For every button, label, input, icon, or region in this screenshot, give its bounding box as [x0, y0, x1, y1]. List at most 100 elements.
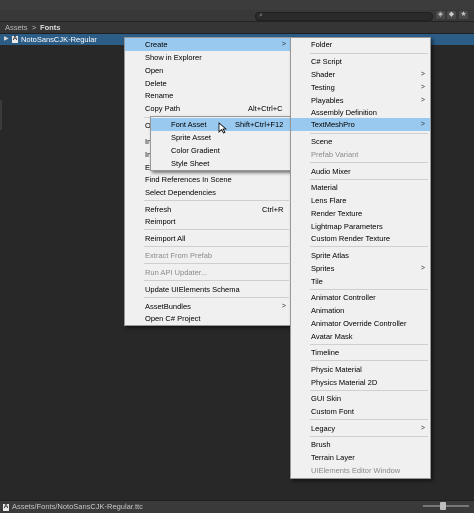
icon-size-slider[interactable] [423, 505, 469, 507]
menu-item-avatar-mask[interactable]: Avatar Mask [291, 330, 430, 343]
menu-item-custom-render-texture[interactable]: Custom Render Texture [291, 232, 430, 245]
menu-separator [310, 246, 428, 247]
menu-separator [310, 360, 428, 361]
menu-item-folder[interactable]: Folder [291, 38, 430, 51]
breadcrumb-separator: > [32, 23, 37, 32]
menu-item-create[interactable]: Create > [125, 38, 291, 51]
menu-item-open[interactable]: Open [125, 64, 291, 77]
font-file-icon: A [12, 36, 18, 43]
menu-item-label: Prefab Variant [311, 150, 359, 159]
menu-item-rename[interactable]: Rename [125, 89, 291, 102]
menu-item-sprite-atlas[interactable]: Sprite Atlas [291, 249, 430, 262]
menu-item-label: Show in Explorer [145, 53, 202, 62]
menu-item-label: Timeline [311, 348, 340, 357]
submenu-arrow-icon: > [420, 71, 425, 78]
favorite-icon[interactable]: ★ [459, 11, 468, 19]
menu-item-run-api-updater: Run API Updater... [125, 266, 291, 279]
menu-item-label: C# Script [311, 57, 342, 66]
menu-item-label: Copy Path [145, 104, 181, 113]
search-input[interactable]: ⌕ [255, 12, 433, 21]
menu-item-label: Rename [145, 91, 174, 100]
menu-item-label: Style Sheet [171, 159, 210, 168]
menu-item-extract-from-prefab: Extract From Prefab [125, 249, 291, 262]
menu-item-tile[interactable]: Tile [291, 275, 430, 288]
icon-size-slider-handle[interactable] [440, 502, 446, 510]
menu-item-label: Sprite Atlas [311, 251, 349, 260]
menu-item-label: Sprites [311, 264, 335, 273]
menu-item-shortcut: Shift+Ctrl+F12 [235, 120, 284, 129]
menu-item-animator-controller[interactable]: Animator Controller [291, 291, 430, 304]
menu-item-open-csharp-project[interactable]: Open C# Project [125, 312, 291, 325]
menu-item-show-in-explorer[interactable]: Show in Explorer [125, 51, 291, 64]
menu-item-label: Animation [311, 306, 345, 315]
menu-item-label: Testing [311, 83, 335, 92]
menu-item-select-dependencies[interactable]: Select Dependencies [125, 186, 291, 199]
menu-item-prefab-variant: Prefab Variant [291, 148, 430, 161]
menu-item-label: Audio Mixer [311, 167, 351, 176]
menu-item-label: Brush [311, 440, 331, 449]
filter-by-type-icon[interactable]: ◈ [436, 11, 445, 19]
menu-separator [310, 289, 428, 290]
breadcrumb: Assets > Fonts [0, 22, 474, 34]
menu-item-physic-material[interactable]: Physic Material [291, 363, 430, 376]
menu-item-label: TextMeshPro [311, 120, 355, 129]
menu-separator [310, 344, 428, 345]
menu-item-timeline[interactable]: Timeline [291, 346, 430, 359]
context-menu: Create > Show in Explorer Open Delete Re… [124, 37, 292, 326]
menu-item-update-uielements-schema[interactable]: Update UIElements Schema [125, 283, 291, 296]
menu-item-animator-override-controller[interactable]: Animator Override Controller [291, 317, 430, 330]
menu-item-csharp-script[interactable]: C# Script [291, 55, 430, 68]
expand-arrow-icon[interactable]: ▶ [4, 34, 9, 45]
menu-item-color-gradient[interactable]: Color Gradient [151, 144, 292, 157]
menu-item-label: GUI Skin [311, 394, 342, 403]
menu-item-terrain-layer[interactable]: Terrain Layer [291, 451, 430, 464]
menu-item-material[interactable]: Material [291, 181, 430, 194]
menu-separator [310, 162, 428, 163]
menu-separator [310, 436, 428, 437]
menu-separator [144, 246, 289, 247]
filter-by-label-icon[interactable]: ◆ [447, 11, 456, 19]
status-bar: A Assets/Fonts/NotoSansCJK-Regular.ttc [0, 500, 474, 513]
menu-separator [144, 200, 289, 201]
menu-item-label: Tile [311, 277, 323, 286]
menu-separator [310, 53, 428, 54]
menu-item-sprites[interactable]: Sprites > [291, 262, 430, 275]
menu-item-label: Reimport [145, 217, 176, 226]
menu-item-copy-path[interactable]: Copy Path Alt+Ctrl+C [125, 102, 291, 115]
menu-item-scene[interactable]: Scene [291, 135, 430, 148]
menu-separator [310, 390, 428, 391]
menu-item-testing[interactable]: Testing > [291, 81, 430, 94]
menu-separator [144, 297, 289, 298]
menu-item-label: Extract From Prefab [145, 251, 213, 260]
menu-separator [144, 229, 289, 230]
menu-item-shader[interactable]: Shader > [291, 68, 430, 81]
menu-item-audio-mixer[interactable]: Audio Mixer [291, 165, 430, 178]
breadcrumb-current[interactable]: Fonts [40, 22, 60, 33]
menu-item-label: Animator Controller [311, 293, 376, 302]
submenu-arrow-icon: > [420, 84, 425, 91]
submenu-arrow-icon: > [420, 425, 425, 432]
menu-item-find-references[interactable]: Find References In Scene [125, 173, 291, 186]
menu-separator [144, 280, 289, 281]
menu-separator [310, 179, 428, 180]
menu-item-reimport-all[interactable]: Reimport All [125, 232, 291, 245]
menu-item-gui-skin[interactable]: GUI Skin [291, 392, 430, 405]
menu-item-textmeshpro[interactable]: TextMeshPro > [291, 118, 430, 131]
menu-item-label: Physics Material 2D [311, 378, 378, 387]
menu-item-style-sheet[interactable]: Style Sheet [151, 157, 292, 170]
menu-item-label: Sprite Asset [171, 133, 212, 142]
menu-item-label: Create [145, 40, 168, 49]
menu-item-animation[interactable]: Animation [291, 304, 430, 317]
menu-item-custom-font[interactable]: Custom Font [291, 405, 430, 418]
menu-item-legacy[interactable]: Legacy > [291, 422, 430, 435]
menu-item-label: Select Dependencies [145, 188, 216, 197]
menu-item-physics-material-2d[interactable]: Physics Material 2D [291, 376, 430, 389]
menu-item-brush[interactable]: Brush [291, 438, 430, 451]
menu-item-label: Run API Updater... [145, 268, 208, 277]
breadcrumb-root[interactable]: Assets [5, 22, 28, 33]
search-icon: ⌕ [259, 12, 263, 19]
menu-item-lens-flare[interactable]: Lens Flare [291, 194, 430, 207]
menu-item-render-texture[interactable]: Render Texture [291, 207, 430, 220]
menu-separator [144, 263, 289, 264]
menu-item-reimport[interactable]: Reimport [125, 215, 291, 228]
